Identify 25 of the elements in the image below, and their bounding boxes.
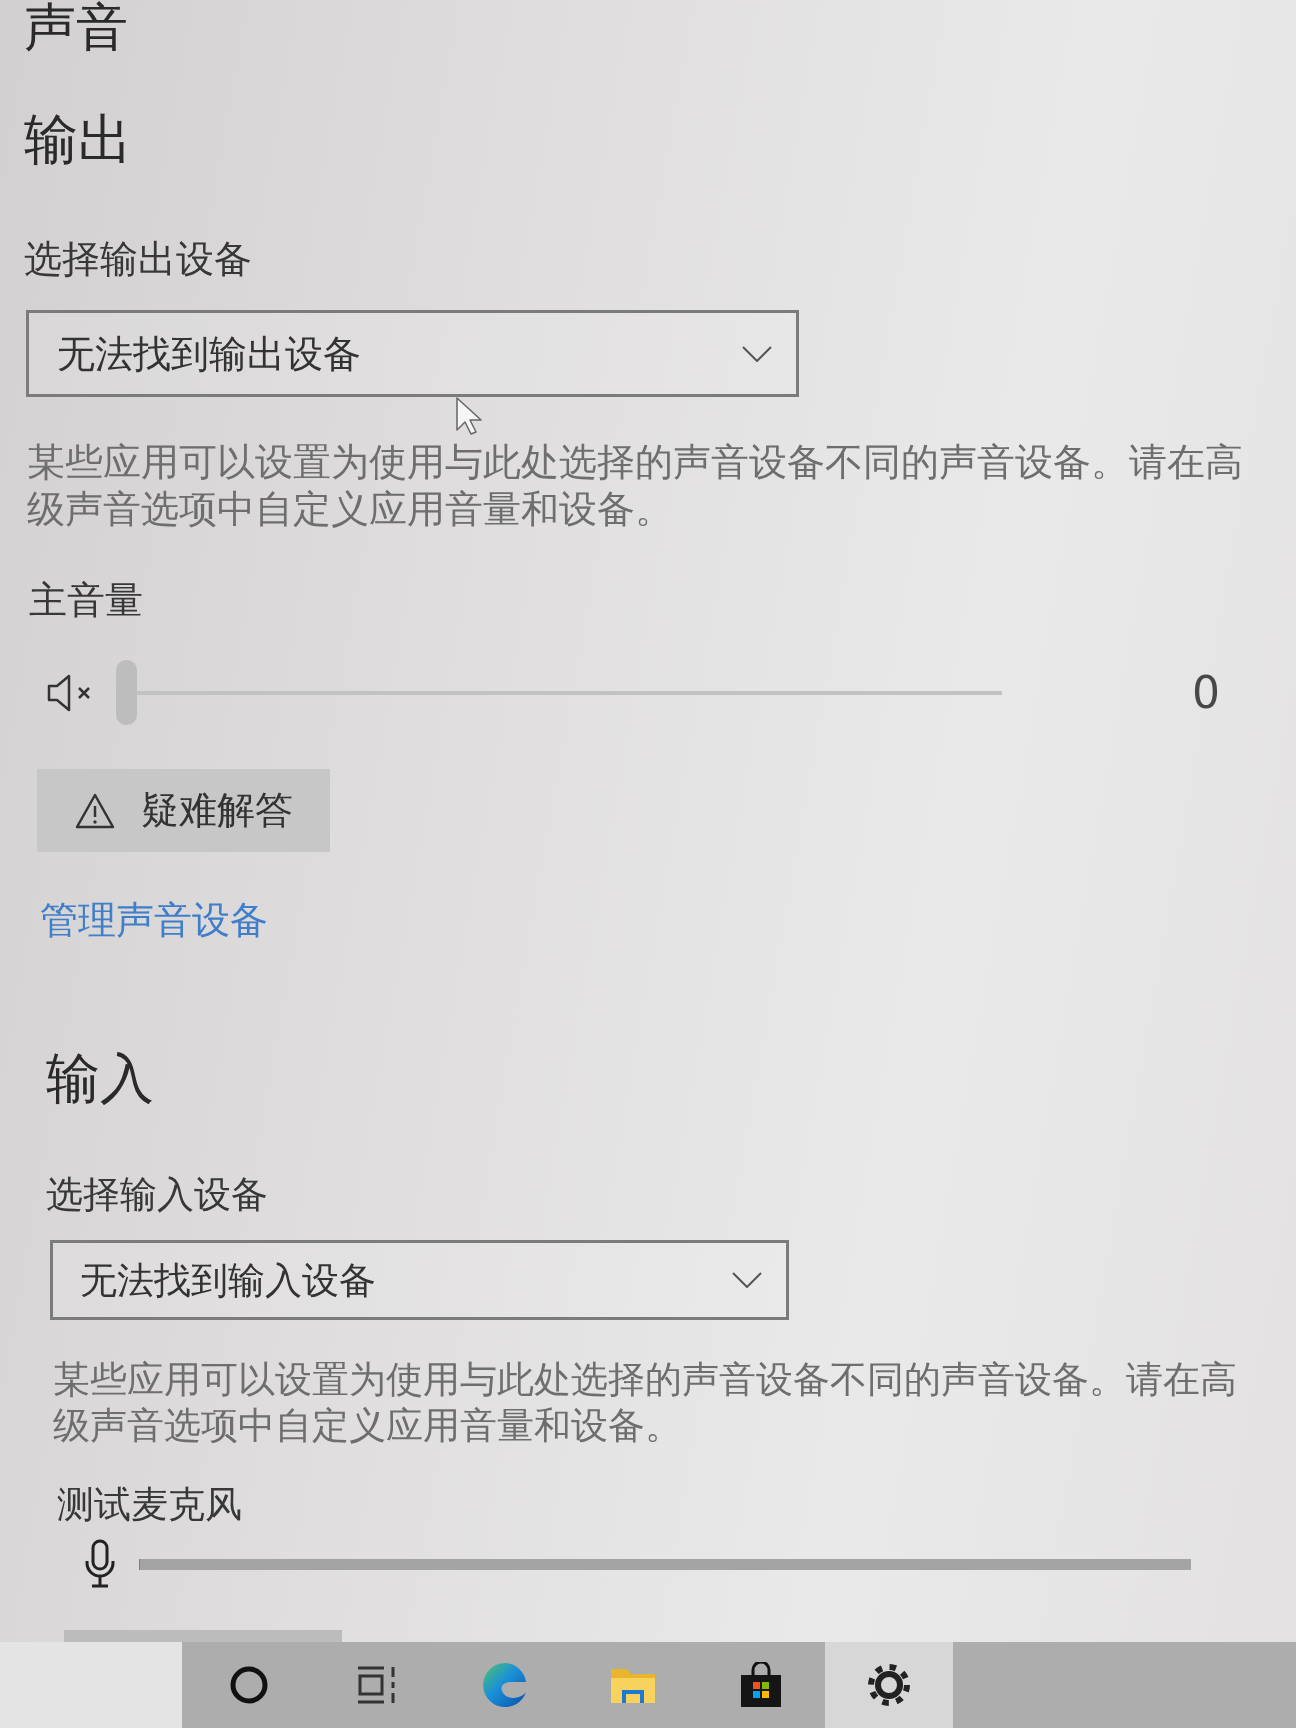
- device-dropdown[interactable]: 无法找到输出设备: [26, 310, 799, 397]
- taskbar-button[interactable]: [825, 1642, 953, 1728]
- page-title: 声音: [24, 0, 128, 54]
- microphone-icon: [83, 1539, 117, 1589]
- section-heading: 输出: [24, 113, 132, 167]
- device-dropdown[interactable]: 无法找到输入设备: [50, 1240, 789, 1320]
- field-label: 测试麦克风: [57, 1486, 242, 1523]
- troubleshoot-button[interactable]: 疑难解答: [37, 769, 330, 852]
- shopping-bag-icon: [738, 1662, 784, 1708]
- slider-thumb[interactable]: [116, 660, 137, 725]
- search-field[interactable]: [0, 1642, 182, 1728]
- volume-value: 0: [1192, 670, 1220, 715]
- field-label: 主音量: [29, 581, 143, 619]
- swirl-icon: [481, 1661, 529, 1709]
- settings-icon: [867, 1663, 911, 1707]
- section-heading: 输入: [46, 1052, 154, 1106]
- warning-icon: [75, 792, 115, 829]
- help-text: 某些应用可以设置为使用与此处选择的声音设备不同的声音设备。请在高级声音选项中自定义应用音量和设备。: [27, 439, 1244, 533]
- mouse-pointer-icon: [455, 396, 485, 436]
- field-label: 选择输出设备: [24, 240, 252, 278]
- field-label: 选择输入设备: [46, 1176, 268, 1213]
- chevron-down-icon: [742, 345, 772, 362]
- help-text: 某些应用可以设置为使用与此处选择的声音设备不同的声音设备。请在高级声音选项中自定义应用音量和设备。: [53, 1357, 1238, 1449]
- chevron-down-icon: [732, 1272, 762, 1288]
- circle-icon: [229, 1665, 269, 1705]
